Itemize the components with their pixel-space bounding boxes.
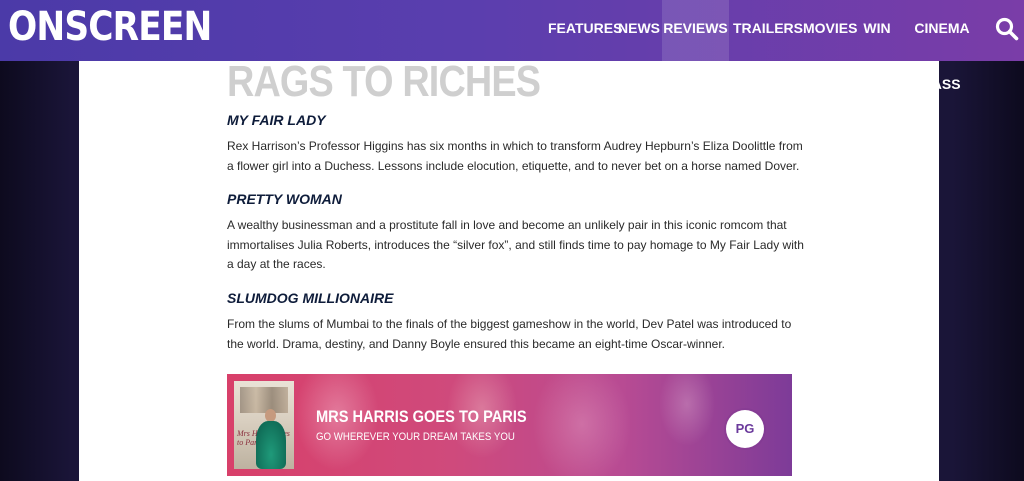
- main-nav: FEATURES NEWS REVIEWS TRAILERS MOVIES WI…: [0, 0, 1024, 92]
- movie-poster[interactable]: Mrs Harris goes to Paris: [234, 381, 294, 469]
- search-icon: [995, 17, 1019, 41]
- poster-figures: [240, 387, 288, 413]
- top-navigation-bar: ONSCREEN FEATURES NEWS REVIEWS TRAILERS …: [0, 0, 1024, 92]
- section-title: SLUMDOG MILLIONAIRE: [227, 290, 394, 306]
- nav-item-reviews[interactable]: REVIEWS: [662, 0, 729, 61]
- movie-title[interactable]: MRS HARRIS GOES TO PARIS: [316, 407, 527, 427]
- section-body: Rex Harrison’s Professor Higgins has six…: [227, 139, 803, 173]
- article-heading: RAGS TO RICHES: [227, 57, 541, 106]
- poster-figure-dress: [256, 421, 286, 469]
- section-body: From the slums of Mumbai to the finals o…: [227, 317, 792, 351]
- search-button[interactable]: [994, 16, 1020, 42]
- nav-item-cinema-pass[interactable]: CINEMA PASS: [904, 0, 980, 92]
- nav-item-features[interactable]: FEATURES: [548, 0, 622, 61]
- nav-item-trailers[interactable]: TRAILERS: [733, 0, 803, 61]
- section-body: A wealthy businessman and a prostitute f…: [227, 218, 804, 271]
- nav-item-news[interactable]: NEWS: [618, 0, 660, 61]
- article-container: RAGS TO RICHES MY FAIR LADY Rex Harrison…: [79, 57, 939, 481]
- nav-item-win[interactable]: WIN: [863, 0, 891, 61]
- movie-tagline: GO WHEREVER YOUR DREAM TAKES YOU: [316, 431, 515, 443]
- movie-promo-banner[interactable]: Mrs Harris goes to Paris MRS HARRIS GOES…: [227, 374, 792, 476]
- section-title: MY FAIR LADY: [227, 112, 326, 128]
- section-title: PRETTY WOMAN: [227, 191, 342, 207]
- rating-badge: PG: [726, 410, 764, 448]
- nav-item-movies[interactable]: MOVIES: [803, 0, 857, 61]
